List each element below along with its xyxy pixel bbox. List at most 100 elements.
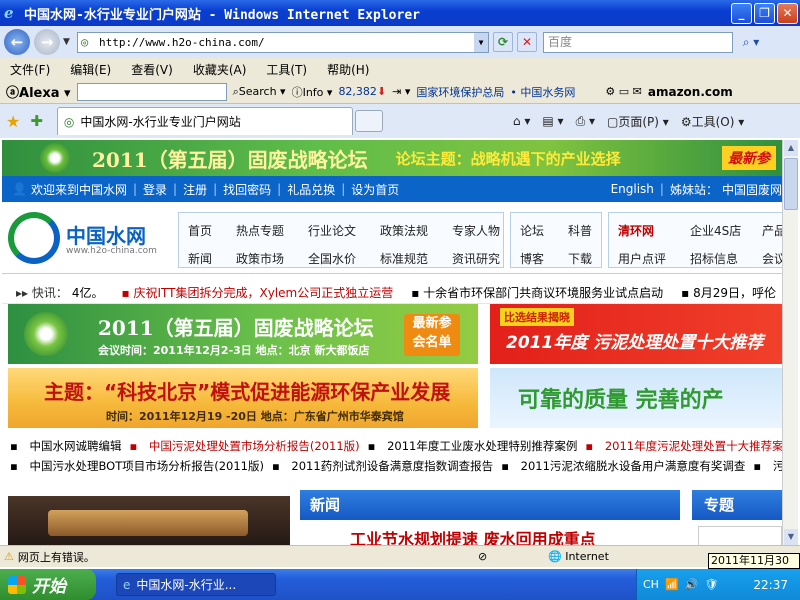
alexa-arrow-icon[interactable]: ⇥ ▾ <box>392 85 410 98</box>
volume-icon[interactable]: 🔊 <box>685 578 699 591</box>
link-item[interactable]: ▪ 中国污水处理BOT项目市场分析报告(2011版) <box>10 458 264 474</box>
ticker-item[interactable]: ▪ 8月29日，呼伦 <box>681 284 776 301</box>
nav-download[interactable]: 下载 <box>568 250 592 267</box>
home-icon[interactable]: ⌂ ▾ <box>513 114 530 128</box>
sister-site-link[interactable]: 中国固废网 <box>722 181 782 198</box>
menu-edit[interactable]: 编辑(E) <box>60 61 121 78</box>
link-item[interactable]: ▪ 2011年度工业废水处理特别推荐案例 <box>368 438 578 454</box>
sludge-ad[interactable]: 比选结果揭晓 2011年度 污泥处理处置十大推荐 <box>490 304 782 364</box>
recover-password-link[interactable]: 找回密码 <box>223 181 271 198</box>
forum-ad-badge[interactable]: 最新参 会名单 <box>404 314 460 356</box>
stop-button[interactable]: ✕ <box>517 32 537 52</box>
menu-help[interactable]: 帮助(H) <box>317 61 379 78</box>
feeds-icon[interactable]: ▤ ▾ <box>542 114 563 128</box>
nav-market[interactable]: 政策市场 <box>236 250 284 267</box>
tab-active[interactable]: ◎ 中国水网-水行业专业门户网站 <box>56 107 353 135</box>
set-homepage-link[interactable]: 设为首页 <box>351 181 399 198</box>
restore-button[interactable]: ❐ <box>754 2 775 24</box>
nav-experts[interactable]: 专家人物 <box>452 222 500 239</box>
minimize-button[interactable]: _ <box>731 2 752 24</box>
news-headline[interactable]: 工业节水规划提速 废水回用成重点 <box>350 526 596 545</box>
scroll-down-icon[interactable]: ▼ <box>784 529 798 545</box>
back-button[interactable]: ← <box>4 29 30 55</box>
address-url[interactable]: http://www.h2o-china.com/ <box>99 36 474 49</box>
alexa-link-epa[interactable]: 国家环境保护总局 <box>416 84 504 100</box>
ticker-item[interactable]: ▪ 十余省市环保部门共商议环境服务业试点启动 <box>411 284 663 301</box>
alexa-search-input[interactable] <box>76 82 227 101</box>
address-dropdown-icon[interactable]: ▼ <box>474 32 488 52</box>
forum-ad[interactable]: 2011（第五届）固废战略论坛 会议时间：2011年12月2-3日 地点：北京 … <box>8 304 478 364</box>
nav-science[interactable]: 科普 <box>568 222 592 239</box>
topic-section-header[interactable]: 专题 <box>692 490 782 520</box>
refresh-button[interactable]: ⟳ <box>493 32 513 52</box>
nav-water-price[interactable]: 全国水价 <box>308 250 356 267</box>
nav-policy[interactable]: 政策法规 <box>380 222 428 239</box>
quality-ad[interactable]: 可靠的质量 完善的产 <box>490 368 782 428</box>
search-icon[interactable]: ⌕ ▾ <box>737 32 765 52</box>
menu-tools[interactable]: 工具(T) <box>256 61 317 78</box>
news-section-header[interactable]: 新闻 <box>300 490 680 520</box>
link-item[interactable]: ▪ 中国水网诚聘编辑 <box>10 438 121 454</box>
nav-news[interactable]: 新闻 <box>188 250 212 267</box>
nav-qinghuan[interactable]: 清环网 <box>618 222 654 239</box>
status-message[interactable]: 网页上有错误。 <box>18 549 95 565</box>
link-item[interactable]: ▪ 2011年度污泥处理处置十大推荐案例与 <box>585 438 782 454</box>
nav-standards[interactable]: 标准规范 <box>380 250 428 267</box>
clock[interactable]: 22:37 <box>753 578 788 592</box>
alexa-tool-icon[interactable]: ⚙ ▭ ✉ <box>605 85 641 98</box>
beijing-ad[interactable]: 主题：“科技北京”模式促进能源环保产业发展 时间：2011年12月19 -20日… <box>8 368 478 428</box>
nav-4s-store[interactable]: 企业4S店 <box>690 222 741 239</box>
nav-forum[interactable]: 论坛 <box>520 222 544 239</box>
link-item[interactable]: ▪ 污水处理 <box>753 458 782 474</box>
ticker-item[interactable]: ▪ 庆祝ITT集团拆分完成，Xylem公司正式独立运营 <box>122 284 394 301</box>
nav-reviews[interactable]: 用户点评 <box>618 250 666 267</box>
address-bar[interactable]: ◎ http://www.h2o-china.com/ ▼ <box>77 31 489 53</box>
tools-menu[interactable]: ⚙工具(O) ▾ <box>681 113 744 130</box>
nav-research[interactable]: 资讯研究 <box>452 250 500 267</box>
menu-favorites[interactable]: 收藏夹(A) <box>183 61 257 78</box>
gift-exchange-link[interactable]: 礼品兑换 <box>287 181 335 198</box>
ticker-item[interactable]: 4亿。 <box>72 284 104 301</box>
vertical-scrollbar[interactable]: ▲ ▼ <box>782 140 798 545</box>
link-item[interactable]: ▪ 2011药剂试剂设备满意度指数调查报告 <box>272 458 493 474</box>
new-tab-button[interactable] <box>354 110 383 132</box>
nav-home[interactable]: 首页 <box>188 222 212 239</box>
english-link[interactable]: English <box>611 182 654 196</box>
alexa-link-water[interactable]: • 中国水务网 <box>510 84 575 100</box>
history-dropdown-icon[interactable]: ▼ <box>63 37 73 47</box>
start-button[interactable]: 开始 <box>0 569 96 600</box>
link-item[interactable]: ▪ 2011污泥浓缩脱水设备用户满意度有奖调查 <box>501 458 745 474</box>
language-indicator[interactable]: CH <box>643 578 659 591</box>
register-link[interactable]: 注册 <box>183 181 207 198</box>
menu-file[interactable]: 文件(F) <box>0 61 60 78</box>
alexa-logo[interactable]: ⓐAlexa ▾ <box>6 82 71 101</box>
favorites-star-icon[interactable]: ★ <box>6 112 20 131</box>
topic-thumbnail[interactable] <box>698 526 782 545</box>
alexa-info-button[interactable]: ⓘInfo ▾ <box>292 84 333 100</box>
network-icon[interactable]: 📶 <box>665 578 679 591</box>
nav-papers[interactable]: 行业论文 <box>308 222 356 239</box>
nav-hot-topics[interactable]: 热点专题 <box>236 222 284 239</box>
scroll-thumb[interactable] <box>784 158 798 210</box>
scroll-up-icon[interactable]: ▲ <box>784 140 798 156</box>
news-photo[interactable] <box>8 496 290 545</box>
forward-button[interactable]: → <box>34 29 60 55</box>
link-item[interactable]: ▪ 中国污泥处理处置市场分析报告(2011版) <box>129 438 359 454</box>
nav-meetings[interactable]: 会议 <box>762 250 782 267</box>
nav-products[interactable]: 产品 <box>762 222 782 239</box>
amazon-link[interactable]: amazon.com <box>648 85 733 99</box>
taskbar-ie-item[interactable]: e 中国水网-水行业... <box>116 573 276 596</box>
top-banner-ad[interactable]: 2011（第五届）固废战略论坛 论坛主题：战略机遇下的产业选择 最新参 <box>2 140 782 176</box>
page-menu[interactable]: ▢页面(P) ▾ <box>607 113 669 130</box>
add-favorites-icon[interactable]: ✚ <box>30 112 43 130</box>
print-icon[interactable]: ⎙ ▾ <box>576 114 595 129</box>
close-button[interactable]: ✕ <box>777 2 798 24</box>
site-logo[interactable]: 中国水网 www.h2o-china.com <box>8 212 168 264</box>
nav-blog[interactable]: 博客 <box>520 250 544 267</box>
nav-tenders[interactable]: 招标信息 <box>690 250 738 267</box>
search-input[interactable]: 百度 <box>543 31 733 53</box>
menu-view[interactable]: 查看(V) <box>121 61 183 78</box>
alexa-search-button[interactable]: ⌕Search ▾ <box>233 85 286 99</box>
warning-icon[interactable]: ⚠ <box>4 550 14 563</box>
login-link[interactable]: 登录 <box>143 181 167 198</box>
